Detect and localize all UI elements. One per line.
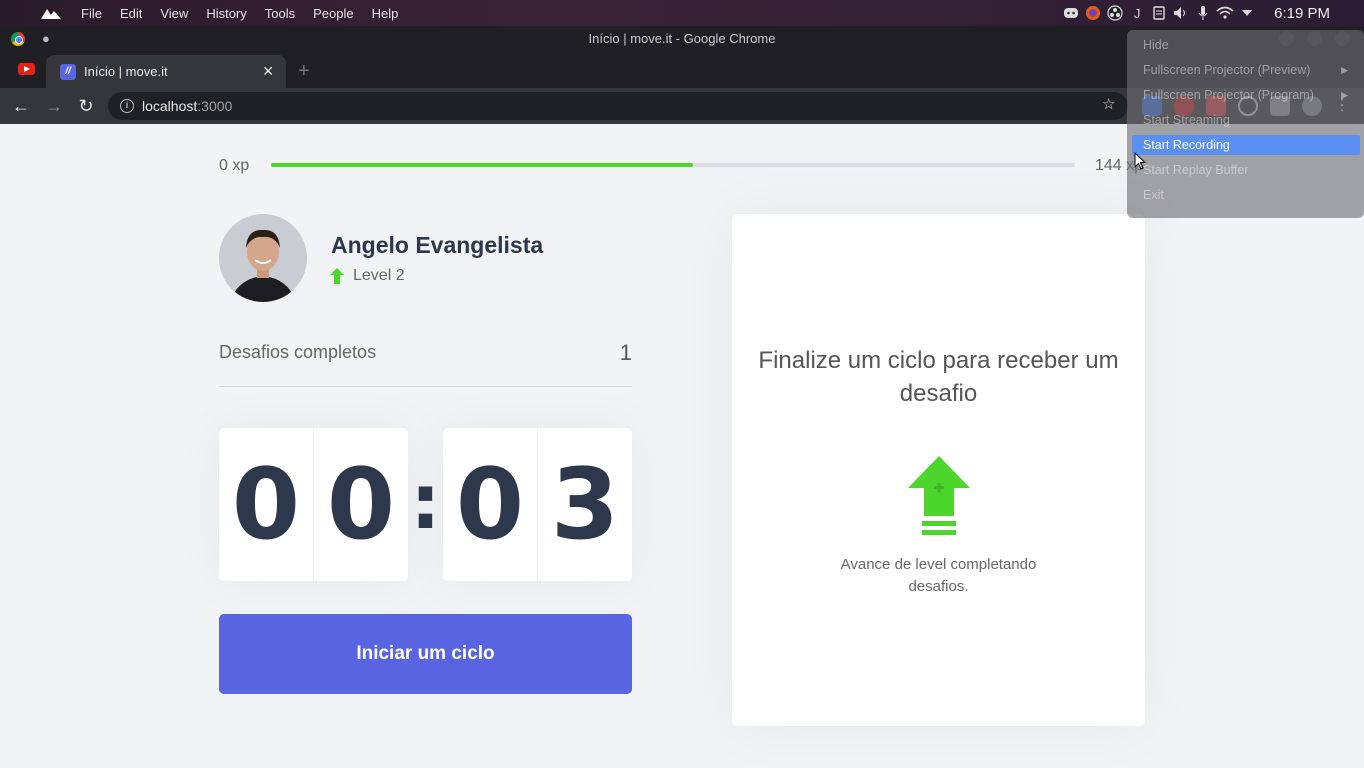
menu-view[interactable]: View xyxy=(151,6,197,21)
hook-icon[interactable]: J xyxy=(1126,4,1148,22)
countdown-timer: 0 0 : 0 3 xyxy=(219,428,632,581)
forward-arrow-icon[interactable]: → xyxy=(42,94,66,118)
seconds-display: 0 3 xyxy=(443,428,632,581)
obs-tray-menu: Hide Fullscreen Projector (Preview) ▶ Ful… xyxy=(1127,30,1364,218)
minutes-display: 0 0 xyxy=(219,428,408,581)
submenu-arrow-icon: ▶ xyxy=(1341,65,1348,75)
menu-people[interactable]: People xyxy=(304,6,362,21)
chrome-icon xyxy=(11,32,25,46)
xp-progress-fill xyxy=(271,163,694,167)
start-cycle-button[interactable]: Iniciar um ciclo xyxy=(219,614,632,694)
level-indicator: Level 2 xyxy=(330,267,405,285)
challenge-box: Finalize um ciclo para receber um desafi… xyxy=(732,214,1145,726)
menu-item-start-replay-buffer[interactable]: Start Replay Buffer xyxy=(1143,160,1248,180)
xp-progress-bar xyxy=(271,163,1075,167)
minute-digit-right: 0 xyxy=(313,428,408,581)
wifi-icon[interactable] xyxy=(1214,4,1236,22)
obs-icon[interactable] xyxy=(1104,4,1126,22)
challenges-label: Desafios completos xyxy=(219,342,377,362)
mouse-cursor-icon xyxy=(1134,152,1146,170)
menu-item-start-streaming[interactable]: Start Streaming xyxy=(1143,110,1230,130)
user-name: Angelo Evangelista xyxy=(331,232,544,258)
window-title: Início | move.it - Google Chrome xyxy=(588,31,776,46)
system-tray: J 6:19 PM xyxy=(1060,0,1364,26)
moveit-favicon-icon: // xyxy=(60,63,76,80)
menu-edit[interactable]: Edit xyxy=(111,6,151,21)
volume-icon[interactable] xyxy=(1170,4,1192,22)
reload-icon[interactable]: ↻ xyxy=(74,94,98,118)
url-host: localhost xyxy=(142,98,198,114)
url-port: :3000 xyxy=(197,98,233,114)
clock[interactable]: 6:19 PM xyxy=(1258,5,1364,22)
page-content: 0 xp 144 xp Angelo Evangelista Level 2 D… xyxy=(0,124,1364,768)
tab-moveit[interactable]: // Início | move.it ✕ xyxy=(46,55,286,88)
info-icon[interactable]: i xyxy=(120,99,134,113)
os-top-bar: File Edit View History Tools People Help… xyxy=(0,0,1364,26)
clipboard-icon[interactable] xyxy=(1148,4,1170,22)
second-digit-right: 3 xyxy=(537,428,632,581)
pin-dot-icon: ● xyxy=(42,31,50,46)
submenu-arrow-icon: ▶ xyxy=(1341,90,1348,100)
level-up-icon xyxy=(330,268,344,284)
os-logo-icon[interactable] xyxy=(40,6,62,20)
menu-item-hide[interactable]: Hide xyxy=(1143,35,1169,55)
window-controls xyxy=(1279,31,1350,46)
menu-tools[interactable]: Tools xyxy=(256,6,304,21)
tab-title: Início | move.it xyxy=(84,64,168,79)
menu-help[interactable]: Help xyxy=(363,6,408,21)
xp-min-label: 0 xp xyxy=(219,157,250,174)
back-arrow-icon[interactable]: ← xyxy=(9,94,33,118)
menu-file[interactable]: File xyxy=(72,6,111,21)
menu-history[interactable]: History xyxy=(197,6,255,21)
firefox-icon[interactable] xyxy=(1082,4,1104,22)
address-bar[interactable]: i localhost:3000 xyxy=(108,92,1128,120)
dropdown-icon[interactable] xyxy=(1236,4,1258,22)
bookmark-star-icon[interactable]: ☆ xyxy=(1102,95,1115,113)
projector-preview-label: Fullscreen Projector (Preview) xyxy=(1143,63,1311,77)
window-close-icon[interactable] xyxy=(1335,31,1350,46)
menu-item-projector-program[interactable]: Fullscreen Projector (Program) ▶ xyxy=(1143,85,1358,105)
challenge-box-description: Avance de level completando desafios. xyxy=(840,556,1037,595)
youtube-tab-icon[interactable] xyxy=(18,63,35,75)
projector-program-label: Fullscreen Projector (Program) xyxy=(1143,88,1314,102)
second-digit-left: 0 xyxy=(455,447,525,562)
app-menu-bar: File Edit View History Tools People Help xyxy=(72,6,407,21)
level-label: Level 2 xyxy=(353,267,405,284)
menu-item-start-recording[interactable]: Start Recording xyxy=(1132,135,1360,155)
avatar xyxy=(219,214,307,302)
challenges-count: 1 xyxy=(619,340,632,365)
menu-item-projector-preview[interactable]: Fullscreen Projector (Preview) ▶ xyxy=(1143,60,1358,80)
new-tab-plus-icon[interactable]: + xyxy=(298,60,310,83)
completed-challenges: Desafios completos 1 xyxy=(219,340,632,387)
minimize-icon[interactable] xyxy=(1279,31,1294,46)
level-up-arrow-icon xyxy=(908,456,970,535)
menu-item-exit[interactable]: Exit xyxy=(1143,185,1164,205)
challenge-box-title: Finalize um ciclo para receber um desafi… xyxy=(758,347,1119,407)
close-icon[interactable]: ✕ xyxy=(262,63,274,80)
maximize-icon[interactable] xyxy=(1307,31,1322,46)
timer-separator: : xyxy=(410,457,441,546)
microphone-icon[interactable] xyxy=(1192,4,1214,22)
discord-icon[interactable] xyxy=(1060,4,1082,22)
minute-digit-left: 0 xyxy=(231,447,301,562)
